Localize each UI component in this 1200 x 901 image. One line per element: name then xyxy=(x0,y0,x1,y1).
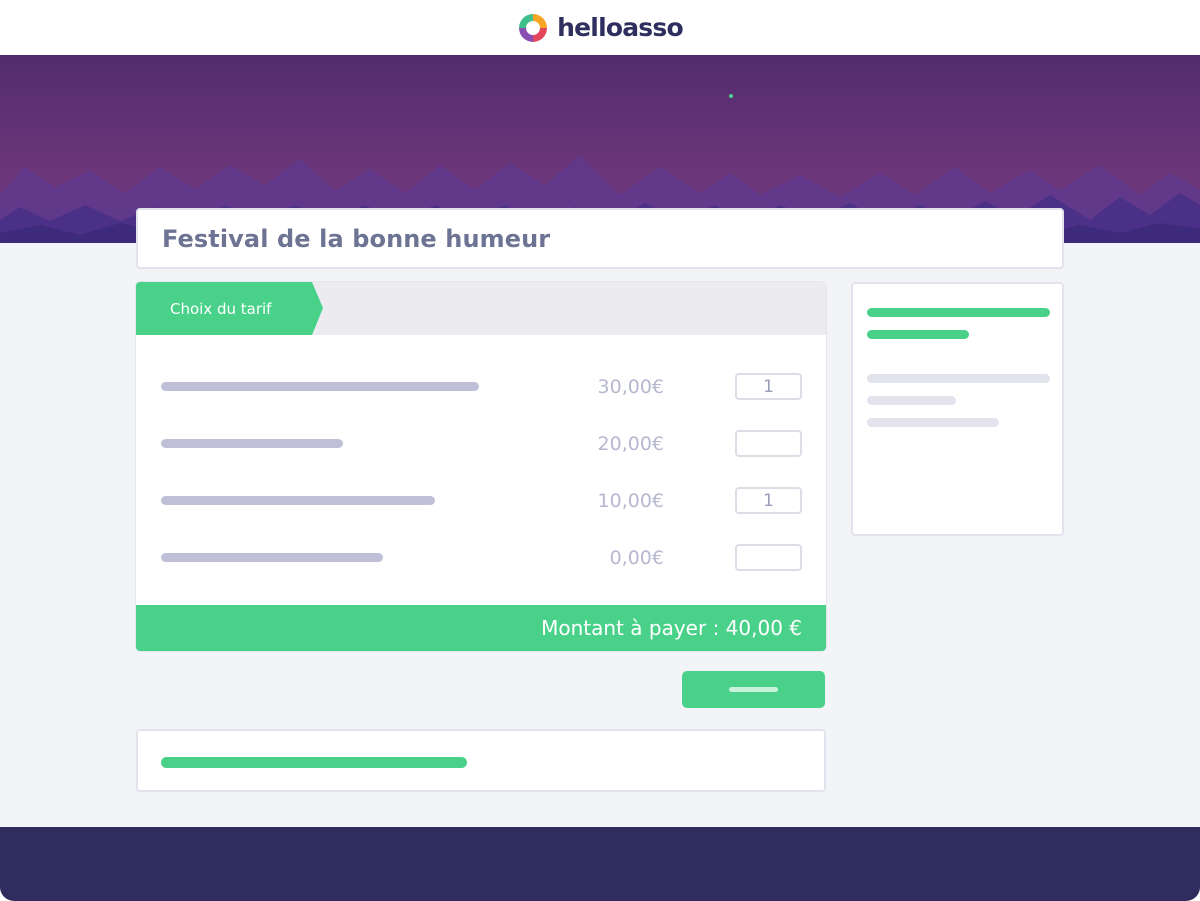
tarif-name-placeholder xyxy=(161,496,435,505)
tab-label: Choix du tarif xyxy=(170,299,272,318)
brand[interactable]: helloasso xyxy=(517,12,684,44)
tarif-row: 20,00€ xyxy=(136,430,826,458)
helloasso-logo-icon xyxy=(519,13,548,42)
top-bar: helloasso xyxy=(0,0,1200,55)
footer xyxy=(0,827,1200,901)
tabs-strip: Choix du tarif xyxy=(136,282,826,335)
summary-text-placeholder xyxy=(867,418,999,427)
summary-text-placeholder xyxy=(867,374,1050,383)
total-amount-label: Montant à payer : 40,00 € xyxy=(541,616,802,640)
quantity-input[interactable]: 1 xyxy=(735,487,802,514)
tarif-row: 10,00€ 1 xyxy=(136,487,826,515)
event-title: Festival de la bonne humeur xyxy=(162,224,551,253)
info-link-placeholder[interactable] xyxy=(161,757,467,768)
info-card xyxy=(136,729,826,792)
submit-button[interactable] xyxy=(682,671,825,708)
total-amount-bar: Montant à payer : 40,00 € xyxy=(136,605,826,651)
summary-subheading-placeholder xyxy=(867,330,969,339)
star-icon xyxy=(729,94,733,98)
button-label-placeholder xyxy=(729,687,778,692)
tarif-price: 20,00€ xyxy=(597,433,664,455)
tarif-row: 30,00€ 1 xyxy=(136,373,826,401)
summary-side-card xyxy=(851,282,1064,536)
tarif-card: Choix du tarif 30,00€ 1 20,00€ 10,00€ 1 … xyxy=(136,282,826,651)
tab-choix-du-tarif[interactable]: Choix du tarif xyxy=(136,282,323,335)
summary-text-placeholder xyxy=(867,396,956,405)
tarif-price: 0,00€ xyxy=(609,547,664,569)
quantity-input[interactable]: 1 xyxy=(735,373,802,400)
tarif-name-placeholder xyxy=(161,382,479,391)
summary-heading-placeholder xyxy=(867,308,1050,317)
tarif-price: 10,00€ xyxy=(597,490,664,512)
tarif-name-placeholder xyxy=(161,439,343,448)
event-title-card: Festival de la bonne humeur xyxy=(136,208,1064,269)
tarif-row: 0,00€ xyxy=(136,544,826,572)
tarif-price: 30,00€ xyxy=(597,376,664,398)
quantity-input[interactable] xyxy=(735,430,802,457)
tarif-name-placeholder xyxy=(161,553,383,562)
quantity-input[interactable] xyxy=(735,544,802,571)
brand-name: helloasso xyxy=(557,13,683,42)
